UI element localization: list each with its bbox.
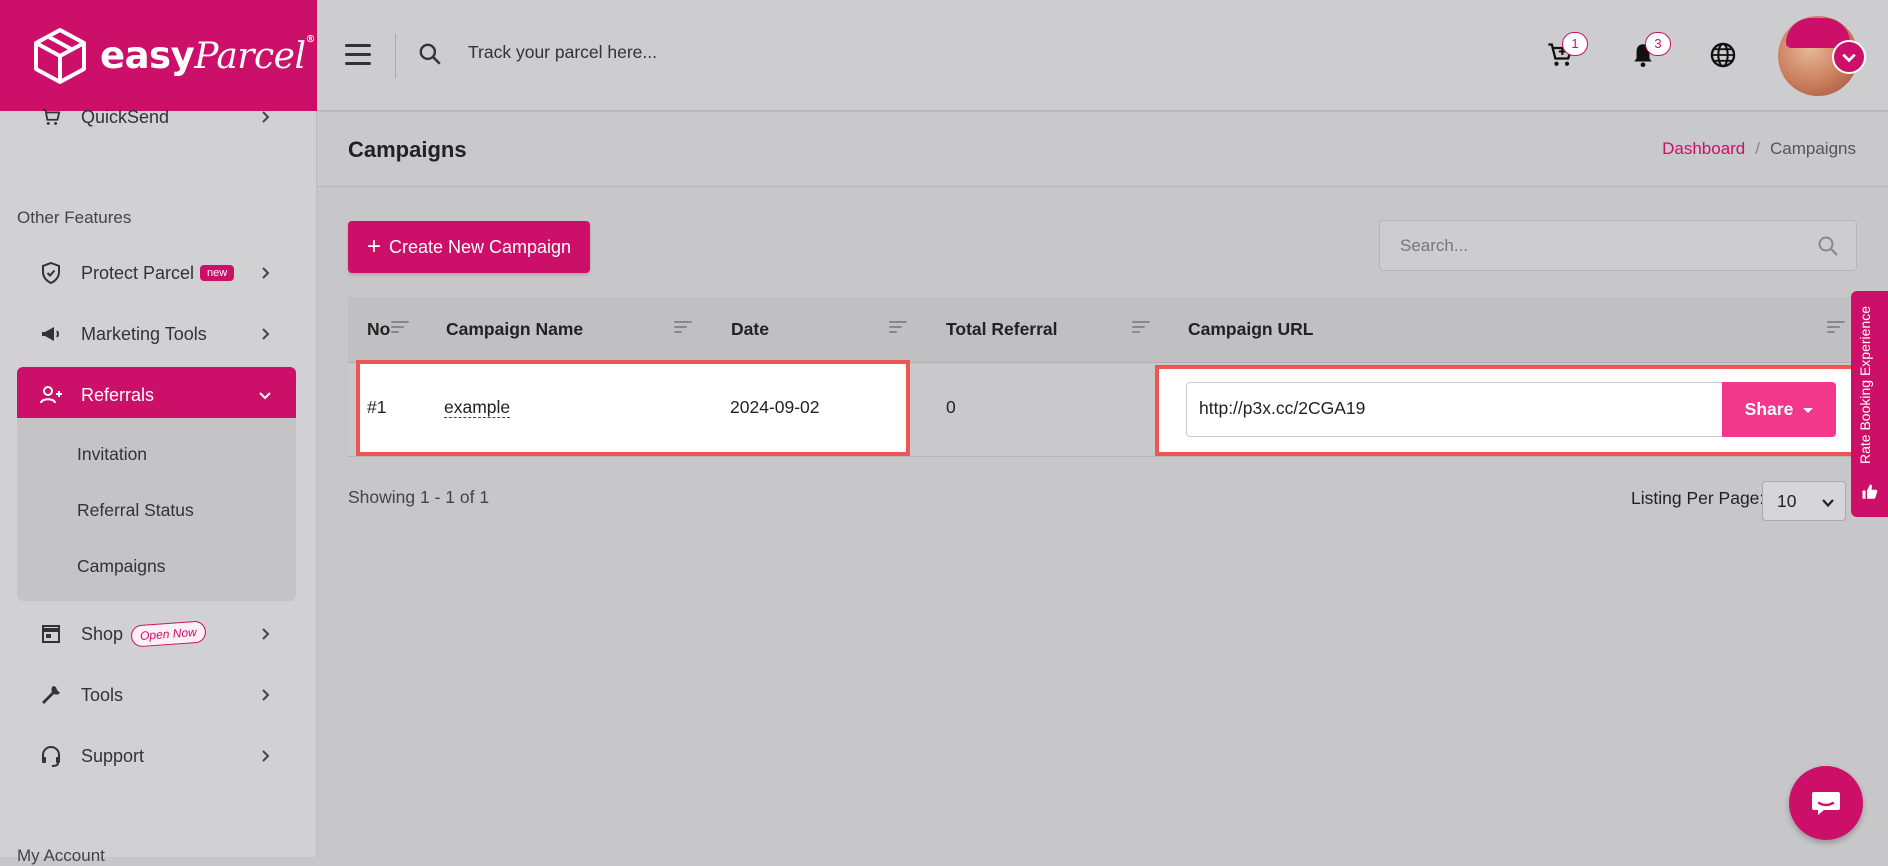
- cell-total-referral: 0: [946, 397, 956, 417]
- megaphone-icon: [37, 320, 65, 348]
- avatar-dropdown-button[interactable]: [1832, 40, 1866, 74]
- sidebar-item-label: Support: [81, 745, 145, 766]
- topbar: Track your parcel here... 1 3: [317, 0, 1888, 111]
- chevron-down-icon: [1842, 53, 1856, 63]
- store-icon: [37, 620, 65, 648]
- table-row: #1 example 2024-09-02 0 http://p3x.cc/2C…: [348, 360, 1871, 457]
- sidebar-item-tools[interactable]: Tools: [17, 667, 296, 723]
- open-now-badge: Open Now: [130, 620, 207, 648]
- search-icon[interactable]: [417, 41, 443, 67]
- sidebar-item-quicksend[interactable]: QuickSend: [17, 89, 296, 145]
- chevron-right-icon: [262, 111, 270, 123]
- share-button[interactable]: Share: [1722, 382, 1836, 437]
- table-header: No Campaign Name Date Total Referral Cam…: [348, 297, 1858, 363]
- feedback-tab-label: Rate Booking Experience: [1857, 306, 1873, 464]
- sidebar-subitem-campaigns[interactable]: Campaigns: [77, 556, 166, 577]
- per-page-select[interactable]: 10: [1762, 481, 1846, 521]
- search-icon[interactable]: [1816, 234, 1840, 258]
- cell-no: #1: [367, 397, 387, 417]
- per-page-value: 10: [1777, 491, 1797, 511]
- page-header: Campaigns Dashboard / Campaigns: [317, 112, 1888, 187]
- sidebar-item-support[interactable]: Support: [17, 728, 296, 784]
- cart-count-badge: 1: [1562, 32, 1588, 56]
- breadcrumb: Dashboard / Campaigns: [1662, 139, 1856, 159]
- breadcrumb-dashboard-link[interactable]: Dashboard: [1662, 139, 1745, 158]
- create-campaign-label: Create New Campaign: [388, 236, 572, 257]
- sidebar-item-label: Marketing Tools: [81, 323, 207, 344]
- shield-icon: [37, 259, 65, 287]
- chevron-down-icon: [1822, 499, 1834, 508]
- column-header-no[interactable]: No: [367, 319, 390, 340]
- column-header-campaign-url[interactable]: Campaign URL: [1188, 319, 1313, 340]
- chevron-down-icon: [259, 392, 271, 400]
- sidebar-item-marketing-tools[interactable]: Marketing Tools: [17, 306, 296, 362]
- chevron-right-icon: [262, 628, 270, 640]
- sidebar-item-protect-parcel[interactable]: Protect Parcel new: [17, 245, 296, 301]
- notification-count-badge: 3: [1645, 32, 1671, 56]
- menu-toggle-icon[interactable]: [345, 44, 371, 66]
- column-header-date[interactable]: Date: [731, 319, 769, 340]
- headset-icon: [37, 742, 65, 770]
- cell-date: 2024-09-02: [730, 397, 820, 417]
- track-parcel-input[interactable]: Track your parcel here...: [468, 42, 657, 63]
- thumbs-up-icon: [1862, 484, 1878, 499]
- campaign-url-field[interactable]: http://p3x.cc/2CGA19: [1186, 382, 1726, 437]
- campaign-search: [1379, 220, 1857, 271]
- breadcrumb-separator: /: [1755, 139, 1760, 158]
- create-campaign-button[interactable]: + Create New Campaign: [348, 221, 590, 273]
- pagination-info: Showing 1 - 1 of 1: [348, 487, 490, 507]
- user-plus-icon: [37, 381, 65, 409]
- sidebar-item-label: QuickSend: [81, 106, 170, 127]
- wrench-icon: [37, 681, 65, 709]
- sort-icon[interactable]: [1827, 321, 1845, 335]
- notifications-button[interactable]: 3: [1628, 32, 1671, 70]
- chevron-right-icon: [262, 328, 270, 340]
- caret-down-icon: [1803, 408, 1814, 413]
- page-title: Campaigns: [348, 137, 467, 162]
- share-label: Share: [1744, 399, 1794, 419]
- per-page-label: Listing Per Page:: [1631, 488, 1765, 508]
- column-header-total-referral[interactable]: Total Referral: [946, 319, 1058, 340]
- section-title-my-account: My Account: [17, 846, 105, 865]
- plus-icon: +: [366, 233, 381, 260]
- column-header-campaign-name[interactable]: Campaign Name: [446, 319, 583, 340]
- chat-support-button[interactable]: [1789, 766, 1863, 840]
- cube-logo-icon: [34, 27, 86, 84]
- sidebar: easyParcel® QuickSend Other Features Pro…: [0, 0, 317, 865]
- chevron-right-icon: [262, 267, 270, 279]
- sidebar-item-label: Protect Parcel: [81, 262, 195, 283]
- search-input[interactable]: [1380, 221, 1800, 270]
- sidebar-item-referrals[interactable]: Referrals: [17, 367, 296, 423]
- sidebar-item-label: Shop: [81, 623, 124, 644]
- sort-icon[interactable]: [1132, 321, 1150, 335]
- section-title-other-features: Other Features: [17, 208, 132, 227]
- language-button[interactable]: [1708, 40, 1738, 70]
- sidebar-item-shop[interactable]: Shop Open Now: [17, 606, 296, 662]
- sort-icon[interactable]: [889, 321, 907, 335]
- divider: [395, 34, 396, 78]
- chevron-right-icon: [262, 750, 270, 762]
- sidebar-subitem-invitation[interactable]: Invitation: [77, 444, 147, 465]
- sort-icon[interactable]: [674, 321, 692, 335]
- brand-name: easyParcel®: [100, 34, 315, 77]
- campaigns-table: No Campaign Name Date Total Referral Cam…: [348, 297, 1871, 457]
- sidebar-subitem-referral-status[interactable]: Referral Status: [77, 500, 194, 521]
- referrals-submenu: Invitation Referral Status Campaigns: [17, 418, 296, 601]
- rate-booking-experience-tab[interactable]: Rate Booking Experience: [1851, 291, 1888, 517]
- campaign-name-link[interactable]: example: [444, 397, 511, 418]
- sidebar-item-label: Tools: [81, 684, 124, 705]
- cart-button[interactable]: 1: [1545, 32, 1588, 70]
- cart-icon: [37, 103, 65, 131]
- chevron-right-icon: [262, 689, 270, 701]
- highlight-box: [356, 360, 910, 456]
- sidebar-item-label: Referrals: [81, 384, 155, 405]
- new-badge: new: [200, 265, 235, 281]
- sort-icon[interactable]: [391, 321, 409, 335]
- globe-icon: [1710, 42, 1736, 68]
- chat-icon: [1812, 792, 1840, 815]
- breadcrumb-current: Campaigns: [1770, 139, 1856, 158]
